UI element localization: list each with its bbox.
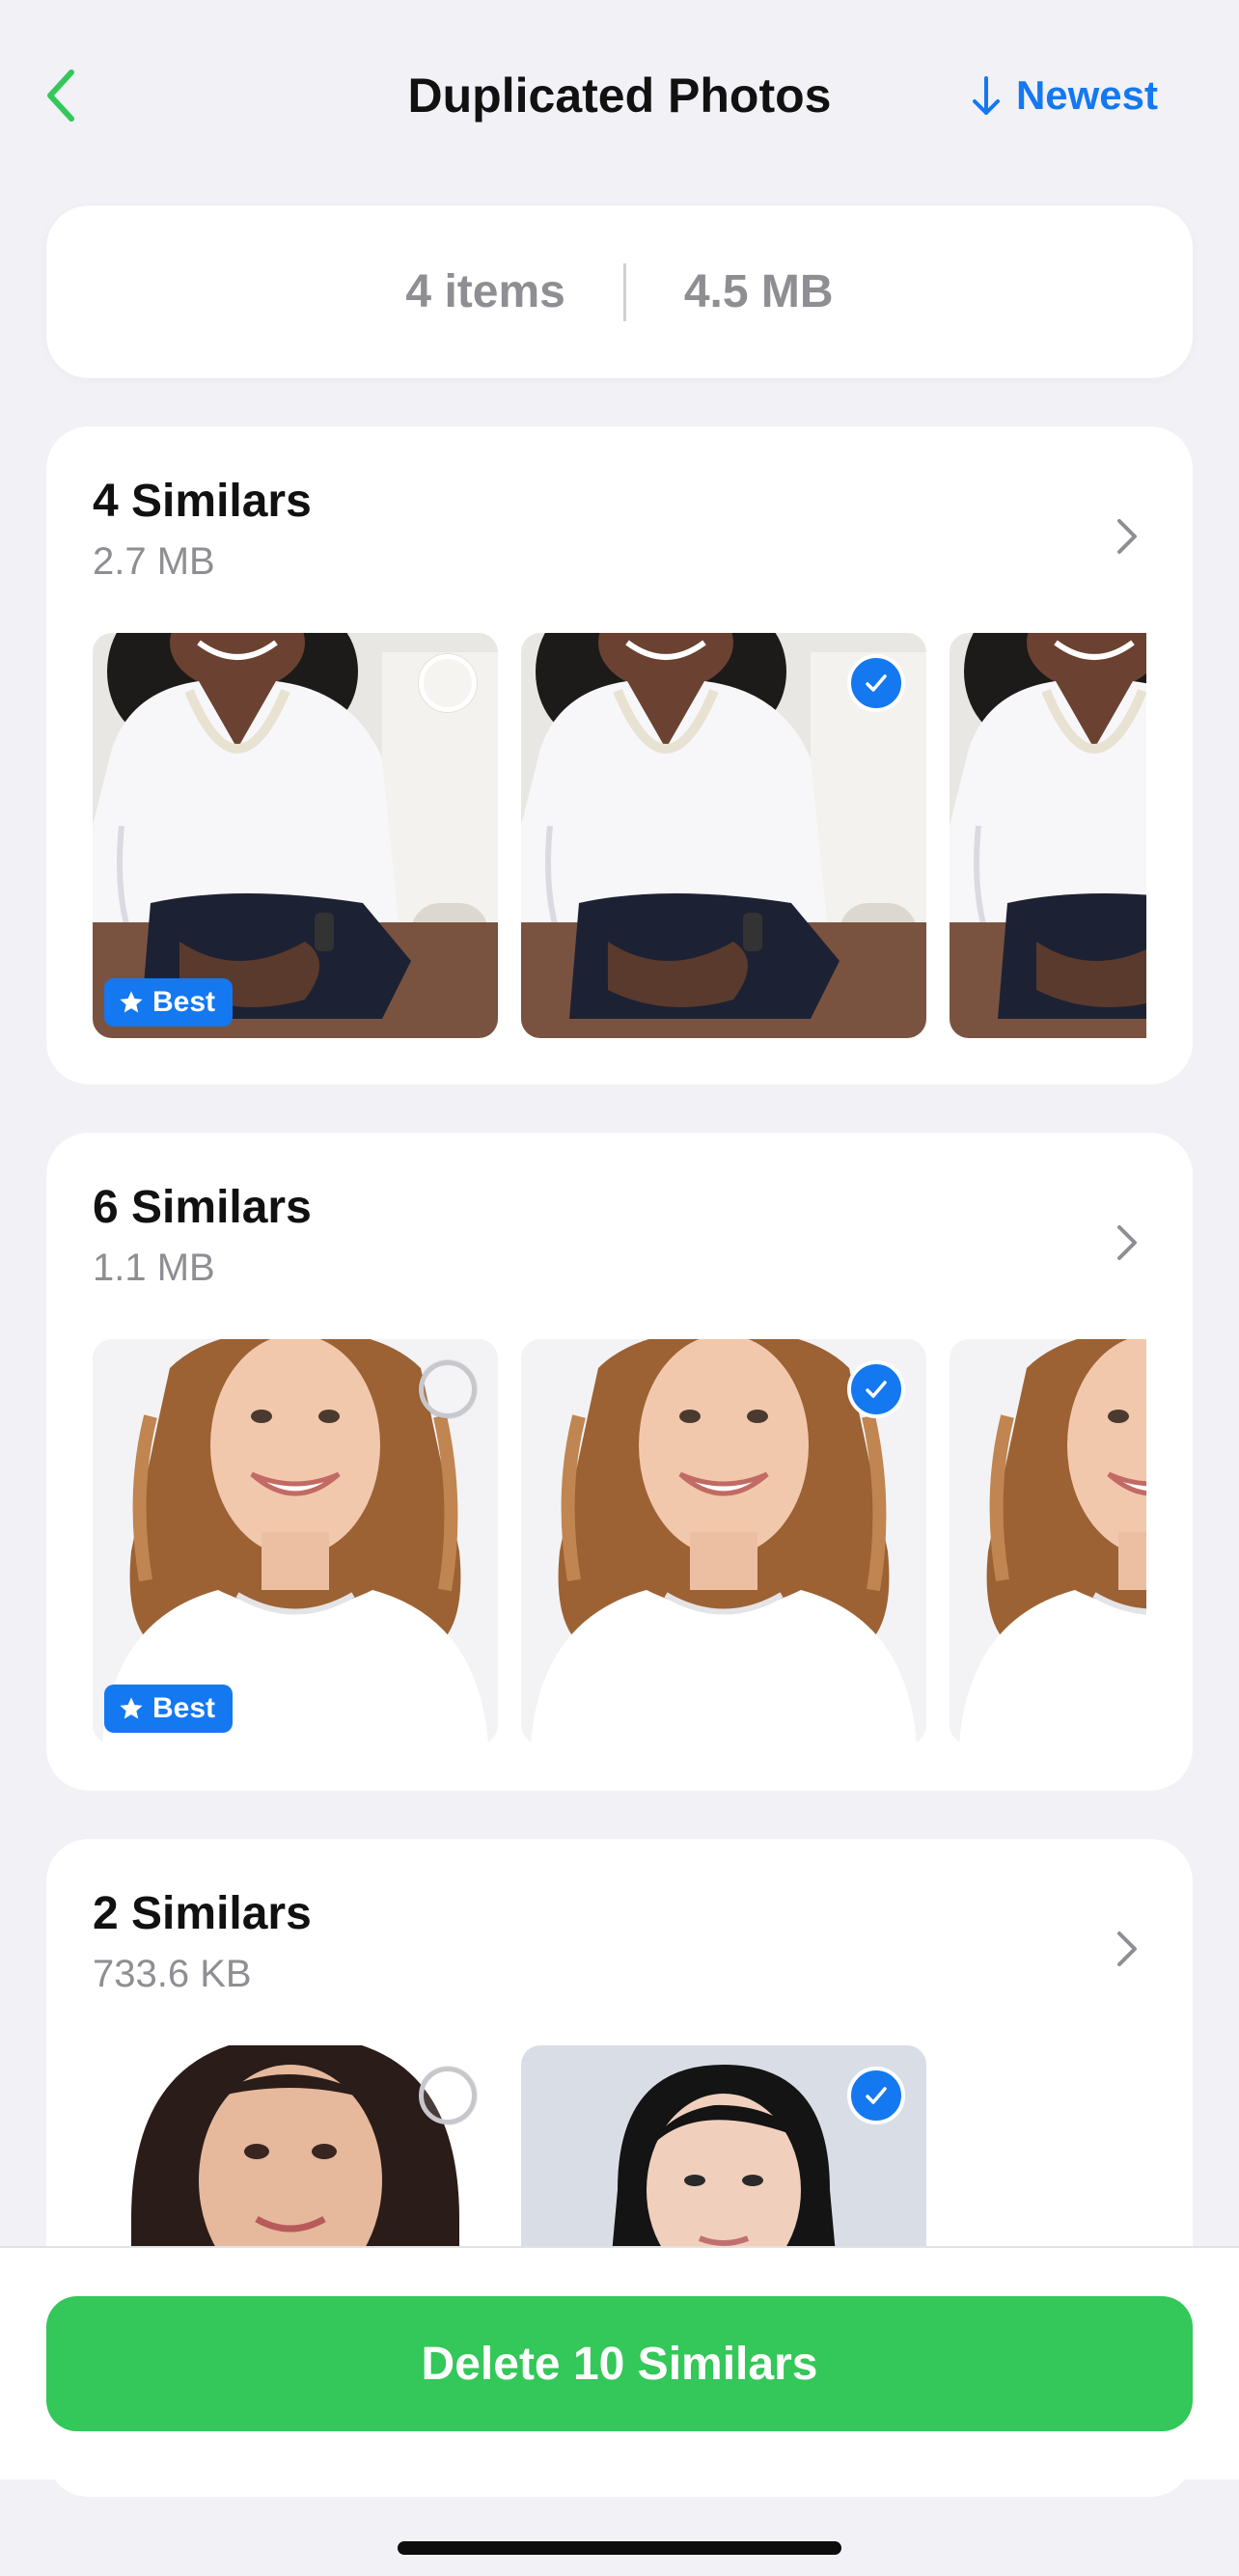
photo-strip[interactable]: Best bbox=[93, 1339, 1146, 1744]
photo-thumbnail[interactable] bbox=[521, 1339, 926, 1744]
best-label: Best bbox=[152, 1692, 216, 1724]
group-size: 2.7 MB bbox=[93, 540, 215, 583]
checkmark-icon[interactable] bbox=[847, 1360, 905, 1418]
group-size: 733.6 KB bbox=[93, 1953, 252, 1995]
portrait-photo bbox=[950, 1339, 1146, 1744]
home-indicator[interactable] bbox=[398, 2541, 841, 2555]
photo-thumbnail[interactable] bbox=[950, 633, 1146, 1038]
arrow-down-icon bbox=[972, 76, 1000, 115]
group-title: 2 Similars bbox=[93, 1888, 312, 1939]
best-label: Best bbox=[152, 986, 216, 1018]
items-count: 4 items bbox=[405, 266, 565, 317]
total-size: 4.5 MB bbox=[683, 266, 834, 317]
bottom-action-bar: Delete 10 Similars bbox=[0, 2246, 1239, 2480]
checkmark-icon[interactable] bbox=[847, 654, 905, 712]
photo-thumbnail[interactable]: Best bbox=[93, 633, 498, 1038]
chevron-right-icon[interactable] bbox=[1108, 1214, 1146, 1272]
similar-group[interactable]: 4 Similars 2.7 MB Best bbox=[46, 426, 1193, 1084]
star-icon bbox=[120, 1697, 143, 1719]
best-badge: Best bbox=[104, 1685, 234, 1733]
sort-button[interactable]: Newest bbox=[970, 64, 1158, 127]
nav-bar: Duplicated Photos Newest bbox=[0, 0, 1239, 193]
photo-thumbnail[interactable]: Best bbox=[93, 1339, 498, 1744]
photo-thumbnail[interactable] bbox=[950, 1339, 1146, 1744]
select-circle[interactable] bbox=[419, 654, 477, 712]
best-badge: Best bbox=[104, 978, 234, 1027]
portrait-photo bbox=[950, 633, 1146, 1038]
similar-group[interactable]: 6 Similars 1.1 MB Best bbox=[46, 1133, 1193, 1791]
summary-card: 4 items 4.5 MB bbox=[46, 206, 1193, 378]
sort-label: Newest bbox=[1015, 72, 1158, 118]
chevron-right-icon[interactable] bbox=[1108, 507, 1146, 565]
chevron-right-icon[interactable] bbox=[1108, 1920, 1146, 1978]
photo-strip[interactable]: Best bbox=[93, 633, 1146, 1038]
photo-thumbnail[interactable] bbox=[521, 633, 926, 1038]
group-title: 4 Similars bbox=[93, 476, 312, 527]
group-title: 6 Similars bbox=[93, 1182, 312, 1233]
delete-button[interactable]: Delete 10 Similars bbox=[46, 2296, 1193, 2431]
group-size: 1.1 MB bbox=[93, 1247, 215, 1289]
star-icon bbox=[120, 991, 143, 1013]
select-circle[interactable] bbox=[419, 1360, 477, 1418]
checkmark-icon[interactable] bbox=[847, 2067, 905, 2124]
select-circle[interactable] bbox=[419, 2067, 477, 2124]
